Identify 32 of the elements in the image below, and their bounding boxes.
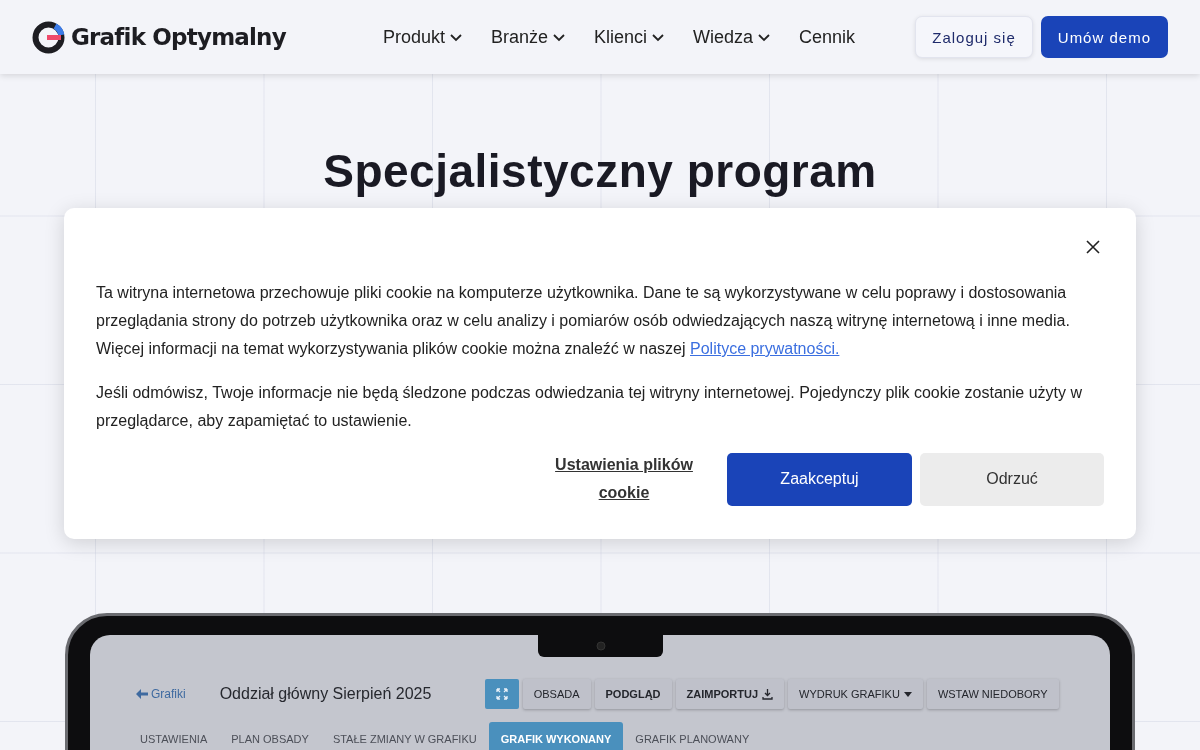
toolbar-button[interactable]: WSTAW NIEDOBORY [926, 679, 1059, 709]
close-icon [1086, 240, 1100, 254]
schedule-title: Oddział główny Sierpień 2025 [219, 685, 433, 703]
logo-text: Grafik Optymalny [71, 24, 286, 50]
toolbar-button[interactable]: PODGLĄD [594, 679, 672, 709]
reject-button[interactable]: Odrzuć [920, 452, 1104, 506]
cookie-notice-text: Jeśli odmówisz, Twoje informacje nie będą śledzone podczas odwiedzania tej witryny internetowej. Pojedynczy plik cookie zostanie użyty w przeglądarce, aby zapamiętać to ustawienie. [96, 383, 1083, 431]
nav-link[interactable]: Wiedza [693, 26, 772, 48]
hero-heading: Specjalistyczny program [323, 144, 877, 198]
tab[interactable]: PLAN OBSADY [219, 722, 321, 750]
tab[interactable]: USTAWIENIA [128, 722, 220, 750]
logo-icon [32, 20, 65, 54]
expand-icon [495, 688, 508, 700]
cookie-notice-text: Ta witryna internetowa przechowuje pliki cookie na komputerze użytkownika. Dane te są wykorzystywane w celu poprawy i dostosowania przeglądania strony do potrzeb użytkownika oraz w celu analizy i pomiarów osób odwiedzających naszą witrynę internetową i inne media. Więcej informacji na temat wykorzystywania plików cookie można znaleźć w naszej Polityce prywatności. [96, 283, 1071, 359]
accept-button[interactable]: Zaakceptuj [727, 452, 912, 506]
privacy-policy-link[interactable]: Polityce prywatności. [690, 340, 840, 357]
login-button[interactable]: Zaloguj się [915, 16, 1033, 58]
nav-link[interactable]: Cennik [799, 26, 856, 48]
tab[interactable]: STAŁE ZMIANY W GRAFIKU [320, 722, 489, 750]
print-dropdown[interactable]: WYDRUK GRAFIKU [788, 679, 923, 709]
caret-down-icon [903, 691, 912, 697]
download-icon [762, 688, 774, 700]
nav-link[interactable]: Branże [490, 26, 566, 48]
tab[interactable]: GRAFIK PLANOWANY [623, 722, 762, 750]
cookie-settings-link[interactable]: Ustawienia plików cookie [539, 451, 709, 507]
import-button[interactable]: ZAIMPORTUJ [675, 679, 785, 709]
arrow-left-icon [136, 689, 148, 699]
nav-link[interactable]: Produkt [382, 26, 463, 48]
nav-link[interactable]: Klienci [594, 26, 665, 48]
toolbar-button[interactable]: OBSADA [522, 679, 591, 709]
camera-icon [595, 641, 606, 651]
demo-button[interactable]: Umów demo [1040, 16, 1168, 58]
